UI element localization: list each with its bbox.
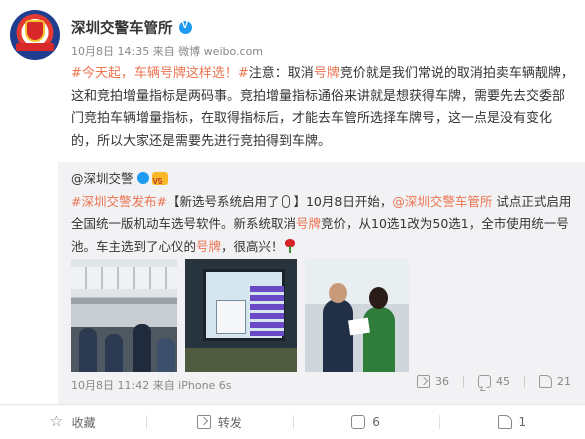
photo-detail — [157, 338, 175, 372]
star-icon — [50, 412, 65, 430]
photo-detail — [185, 348, 297, 372]
verified-icon — [178, 20, 192, 34]
photo-detail — [216, 300, 246, 334]
comment-button[interactable]: 6 — [292, 405, 439, 439]
photo-car-owners[interactable] — [305, 259, 409, 372]
avatar-ribbon — [16, 43, 54, 51]
like-count: 21 — [557, 375, 571, 388]
divider — [524, 375, 525, 388]
reposted-weibo[interactable]: @深圳交警 #深圳交警发布#【新选号系统启用了】10月8日开始，@深圳交警车管所… — [58, 162, 585, 404]
keyword-link[interactable]: 号牌 — [196, 239, 221, 254]
repost-actions: 36 45 21 — [403, 375, 571, 388]
photo-selection-screen[interactable] — [185, 259, 297, 372]
favorite-button[interactable]: 收藏 — [0, 405, 146, 439]
forward-button[interactable]: 转发 — [146, 405, 292, 439]
forward-count: 36 — [435, 375, 449, 388]
comment-count: 6 — [372, 415, 380, 429]
repost-text-segment: ，很高兴！ — [221, 238, 284, 254]
comment-count: 45 — [496, 375, 510, 388]
like-count: 1 — [518, 415, 527, 429]
topic-link[interactable]: #今天起，车辆号牌这样选！# — [71, 66, 249, 81]
photo-detail — [369, 287, 388, 309]
share-icon — [196, 415, 211, 429]
repost-like-button[interactable]: 21 — [539, 375, 571, 388]
police-shield-emblem — [25, 20, 45, 42]
divider — [463, 375, 464, 388]
comment-icon — [478, 375, 491, 388]
photo-detail — [329, 283, 347, 303]
verified-icon — [136, 172, 149, 184]
rose-emoji-icon — [284, 238, 296, 253]
photo-detail — [133, 324, 151, 372]
mention-link[interactable]: @深圳交警车管所 — [392, 194, 492, 209]
repost-text-segment: 】10月8日开始， — [293, 193, 393, 209]
comment-icon — [351, 415, 366, 429]
favorite-label: 收藏 — [71, 415, 96, 430]
account-avatar[interactable] — [10, 10, 60, 60]
account-name-row: 深圳交警车管所 — [71, 17, 192, 38]
photo-detail — [105, 334, 123, 372]
repost-author[interactable]: @深圳交警 — [71, 171, 134, 186]
photo-detail — [203, 269, 285, 341]
photo-detail — [323, 299, 353, 372]
repost-comment-button[interactable]: 45 — [478, 375, 510, 388]
photo-detail — [348, 317, 370, 336]
like-button[interactable]: 1 — [438, 405, 585, 439]
like-icon — [497, 415, 512, 429]
repost-meta[interactable]: 10月8日 11:42 来自 iPhone 6s — [71, 377, 232, 393]
repost-text-segment: 【新选号系统启用了 — [166, 193, 280, 209]
repost-body: @深圳交警 #深圳交警发布#【新选号系统启用了】10月8日开始，@深圳交警车管所… — [71, 168, 576, 258]
vip-level-icon — [151, 171, 168, 194]
mic-icon — [282, 194, 291, 208]
like-icon — [539, 375, 552, 388]
forward-icon — [417, 375, 430, 388]
photo-detail — [79, 328, 97, 372]
photo-detail — [250, 286, 284, 336]
repost-forward-button[interactable]: 36 — [417, 375, 449, 388]
forward-label: 转发 — [217, 415, 242, 430]
keyword-link[interactable]: 号牌 — [296, 216, 321, 231]
post-text-segment: 注意：取消 — [248, 66, 314, 81]
post-body: #今天起，车辆号牌这样选！#注意：取消号牌竞价就是我们常说的取消拍卖车辆靓牌，这… — [71, 63, 576, 153]
photo-service-hall[interactable] — [71, 259, 177, 372]
photo-detail — [71, 267, 177, 289]
keyword-link[interactable]: 号牌 — [314, 66, 340, 81]
account-name[interactable]: 深圳交警车管所 — [71, 17, 173, 38]
post-meta[interactable]: 10月8日 14:35 来自 微博 weibo.com — [71, 43, 263, 59]
topic-link[interactable]: #深圳交警发布# — [71, 194, 167, 209]
action-bar: 收藏 转发 6 1 — [0, 405, 585, 439]
